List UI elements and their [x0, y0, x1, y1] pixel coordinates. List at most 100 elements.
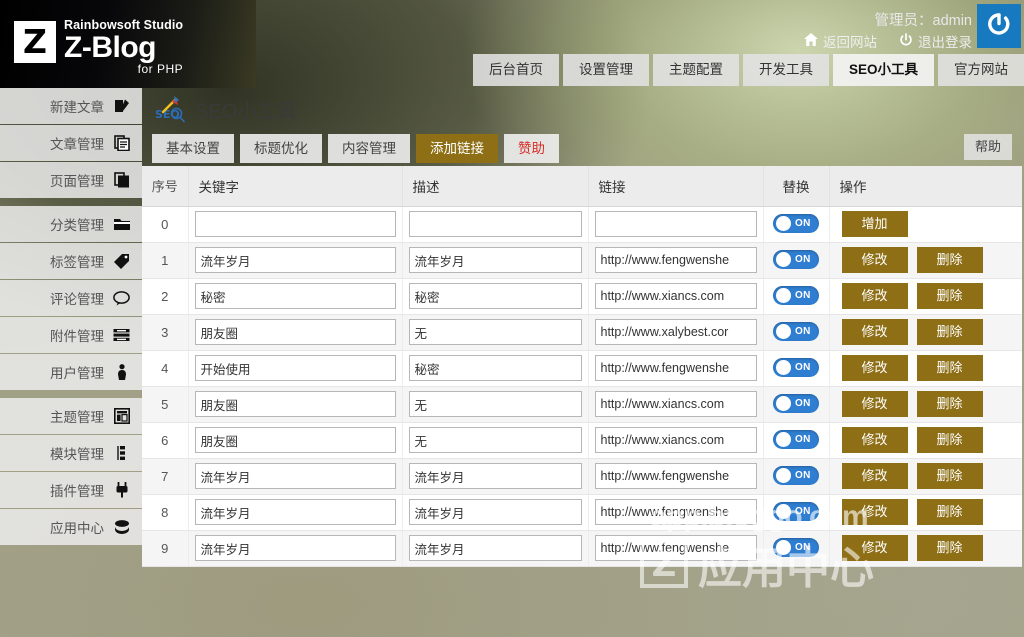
actions-cell: 修改删除	[829, 494, 1022, 530]
pages-icon	[113, 172, 130, 189]
sidebar-item-10[interactable]: 插件管理	[0, 472, 142, 508]
description-input[interactable]	[409, 535, 582, 561]
sidebar-item-2[interactable]: 页面管理	[0, 162, 142, 198]
subtab-0[interactable]: 基本设置	[152, 134, 234, 163]
delete-button[interactable]: 删除	[917, 247, 983, 273]
sidebar-item-label: 分类管理	[50, 214, 104, 234]
replace-toggle[interactable]: ON	[773, 394, 819, 413]
replace-toggle[interactable]: ON	[773, 538, 819, 557]
brand-logo[interactable]: Z Rainbowsoft Studio Z-Blog for PHP	[0, 0, 256, 88]
topnav-item-1[interactable]: 设置管理	[563, 54, 649, 86]
delete-button[interactable]: 删除	[917, 355, 983, 381]
keyword-input[interactable]	[195, 463, 396, 489]
sidebar-item-3[interactable]: 分类管理	[0, 206, 142, 242]
power-icon	[899, 33, 913, 50]
subtab-3[interactable]: 添加链接	[416, 134, 498, 163]
description-input[interactable]	[409, 319, 582, 345]
column-header-4: 替换	[763, 166, 829, 206]
replace-toggle[interactable]: ON	[773, 502, 819, 521]
edit-button[interactable]: 修改	[842, 319, 908, 345]
sidebar-item-6[interactable]: 附件管理	[0, 317, 142, 353]
delete-button[interactable]: 删除	[917, 463, 983, 489]
link-input[interactable]	[595, 535, 757, 561]
link-input[interactable]	[595, 463, 757, 489]
replace-toggle[interactable]: ON	[773, 430, 819, 449]
link-input[interactable]	[595, 247, 757, 273]
keyword-input[interactable]	[195, 535, 396, 561]
edit-button[interactable]: 修改	[842, 427, 908, 453]
keyword-input[interactable]	[195, 283, 396, 309]
topnav-item-0[interactable]: 后台首页	[473, 54, 559, 86]
row-index: 0	[142, 206, 188, 242]
topnav-item-5[interactable]: 官方网站	[938, 54, 1024, 86]
edit-button[interactable]: 修改	[842, 535, 908, 561]
description-input[interactable]	[409, 427, 582, 453]
edit-button[interactable]: 修改	[842, 247, 908, 273]
edit-button[interactable]: 修改	[842, 391, 908, 417]
keyword-input[interactable]	[195, 499, 396, 525]
description-input[interactable]	[409, 463, 582, 489]
subtab-2[interactable]: 内容管理	[328, 134, 410, 163]
delete-button[interactable]: 删除	[917, 319, 983, 345]
description-input[interactable]	[409, 211, 582, 237]
delete-button[interactable]: 删除	[917, 499, 983, 525]
topnav-item-3[interactable]: 开发工具	[743, 54, 829, 86]
replace-toggle[interactable]: ON	[773, 466, 819, 485]
logout-link[interactable]: 退出登录	[899, 31, 972, 51]
topnav-item-4[interactable]: SEO小工具	[833, 54, 934, 86]
link-input[interactable]	[595, 355, 757, 381]
row-index: 1	[142, 242, 188, 278]
edit-button[interactable]: 修改	[842, 499, 908, 525]
topnav-item-2[interactable]: 主题配置	[653, 54, 739, 86]
edit-button[interactable]: 修改	[842, 463, 908, 489]
keyword-input[interactable]	[195, 391, 396, 417]
toggle-state-label: ON	[795, 398, 811, 409]
link-input[interactable]	[595, 211, 757, 237]
link-input[interactable]	[595, 499, 757, 525]
actions-cell: 修改删除	[829, 242, 1022, 278]
description-input[interactable]	[409, 247, 582, 273]
description-input[interactable]	[409, 355, 582, 381]
link-input[interactable]	[595, 391, 757, 417]
edit-button[interactable]: 修改	[842, 355, 908, 381]
description-input[interactable]	[409, 283, 582, 309]
back-to-site-link[interactable]: 返回网站	[804, 31, 877, 51]
replace-toggle[interactable]: ON	[773, 322, 819, 341]
keyword-input[interactable]	[195, 247, 396, 273]
sidebar-item-5[interactable]: 评论管理	[0, 280, 142, 316]
description-input-cell	[402, 242, 588, 278]
sidebar-item-4[interactable]: 标签管理	[0, 243, 142, 279]
sidebar-item-label: 评论管理	[50, 288, 104, 308]
keyword-input-cell	[188, 206, 402, 242]
replace-toggle[interactable]: ON	[773, 286, 819, 305]
subtab-4[interactable]: 赞助	[504, 134, 559, 163]
replace-toggle[interactable]: ON	[773, 250, 819, 269]
delete-button[interactable]: 删除	[917, 283, 983, 309]
keyword-input[interactable]	[195, 319, 396, 345]
replace-toggle[interactable]: ON	[773, 214, 819, 233]
description-input[interactable]	[409, 391, 582, 417]
replace-cell: ON	[763, 530, 829, 566]
description-input[interactable]	[409, 499, 582, 525]
sidebar-item-8[interactable]: 主题管理	[0, 398, 142, 434]
sidebar-item-11[interactable]: 应用中心	[0, 509, 142, 545]
delete-button[interactable]: 删除	[917, 391, 983, 417]
help-button[interactable]: 帮助	[964, 134, 1012, 160]
sidebar-item-7[interactable]: 用户管理	[0, 354, 142, 390]
logout-power-button[interactable]	[977, 4, 1021, 48]
subtab-1[interactable]: 标题优化	[240, 134, 322, 163]
sidebar-item-9[interactable]: 模块管理	[0, 435, 142, 471]
sidebar-item-0[interactable]: 新建文章	[0, 88, 142, 124]
add-button[interactable]: 增加	[842, 211, 908, 237]
delete-button[interactable]: 删除	[917, 535, 983, 561]
edit-button[interactable]: 修改	[842, 283, 908, 309]
link-input[interactable]	[595, 283, 757, 309]
link-input[interactable]	[595, 319, 757, 345]
delete-button[interactable]: 删除	[917, 427, 983, 453]
sidebar-item-1[interactable]: 文章管理	[0, 125, 142, 161]
keyword-input[interactable]	[195, 355, 396, 381]
keyword-input[interactable]	[195, 211, 396, 237]
link-input[interactable]	[595, 427, 757, 453]
replace-toggle[interactable]: ON	[773, 358, 819, 377]
keyword-input[interactable]	[195, 427, 396, 453]
